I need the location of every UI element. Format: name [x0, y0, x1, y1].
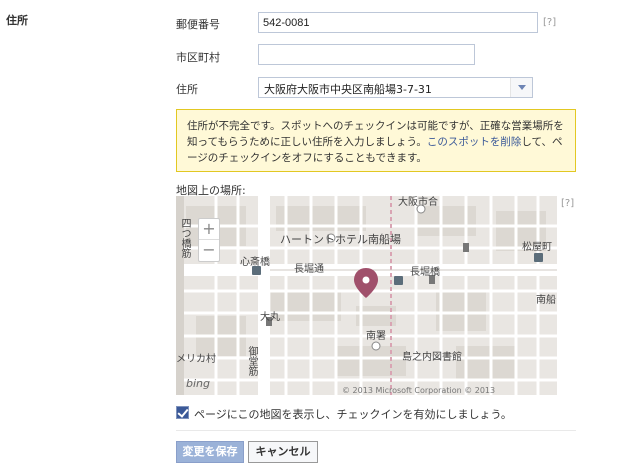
section-title: 住所 — [6, 14, 28, 27]
postal-field[interactable] — [258, 12, 538, 33]
zoom-out-button[interactable]: − — [199, 240, 219, 261]
map-label-hotel: ハートントホテル南船場 — [280, 233, 401, 246]
address-value: 大阪府大阪市中央区南船場3-7-31 — [264, 83, 432, 96]
postal-help-link[interactable]: [?] — [543, 17, 556, 28]
map-view[interactable]: + − 大阪市合 ハートントホテル南船場 松屋町 心斎橋 長堀通 長堀橋 南船 … — [176, 196, 557, 395]
city-field[interactable] — [258, 44, 475, 65]
delete-spot-link[interactable]: このスポットを削除 — [427, 136, 522, 148]
show-map-label[interactable]: ページにこの地図を表示し、チェックインを有効にしましょう。 — [194, 406, 512, 422]
map-label-minamisen: 南船 — [536, 295, 556, 306]
map-label-yotsuhashi: 四つ橋筋 — [179, 218, 190, 258]
city-label: 市区町村 — [176, 51, 220, 64]
map-label-midosuji: 御堂筋 — [246, 346, 257, 376]
map-label-minamisho: 南署 — [366, 331, 386, 342]
map-copyright: © 2013 Microsoft Corporation © 2013 — [342, 386, 496, 395]
map-label-shimanouchi: 島之内図書館 — [402, 352, 462, 363]
map-label-shinsaibashi: 心斎橋 — [240, 257, 270, 268]
postal-label: 郵便番号 — [176, 18, 220, 31]
save-button[interactable]: 変更を保存 — [176, 441, 244, 463]
cancel-button[interactable]: キャンセル — [248, 441, 318, 463]
chevron-down-icon[interactable] — [510, 78, 532, 97]
map-label-daimaru: 大丸 — [260, 312, 280, 323]
map-label-nagahoribashi: 長堀橋 — [410, 267, 440, 278]
map-label-nagahoridori: 長堀通 — [294, 264, 324, 275]
incomplete-address-warning: 住所が不完全です。スポットへのチェックインは可能ですが、正確な営業場所を知っても… — [176, 109, 576, 172]
divider — [176, 430, 576, 431]
map-streets — [176, 196, 557, 395]
map-label-matsuyamachi: 松屋町 — [522, 242, 552, 253]
map-help-link[interactable]: [?] — [561, 198, 574, 209]
zoom-in-button[interactable]: + — [199, 219, 219, 240]
map-label-america-mura: メリカ村 — [176, 354, 216, 365]
address-label: 住所 — [176, 83, 198, 96]
map-label-kanpo: 大阪市合 — [398, 197, 438, 208]
show-map-checkbox[interactable] — [176, 406, 189, 419]
address-select[interactable]: 大阪府大阪市中央区南船場3-7-31 — [258, 77, 533, 98]
map-zoom-control[interactable]: + − — [198, 218, 220, 262]
bing-logo: bing — [186, 377, 210, 390]
